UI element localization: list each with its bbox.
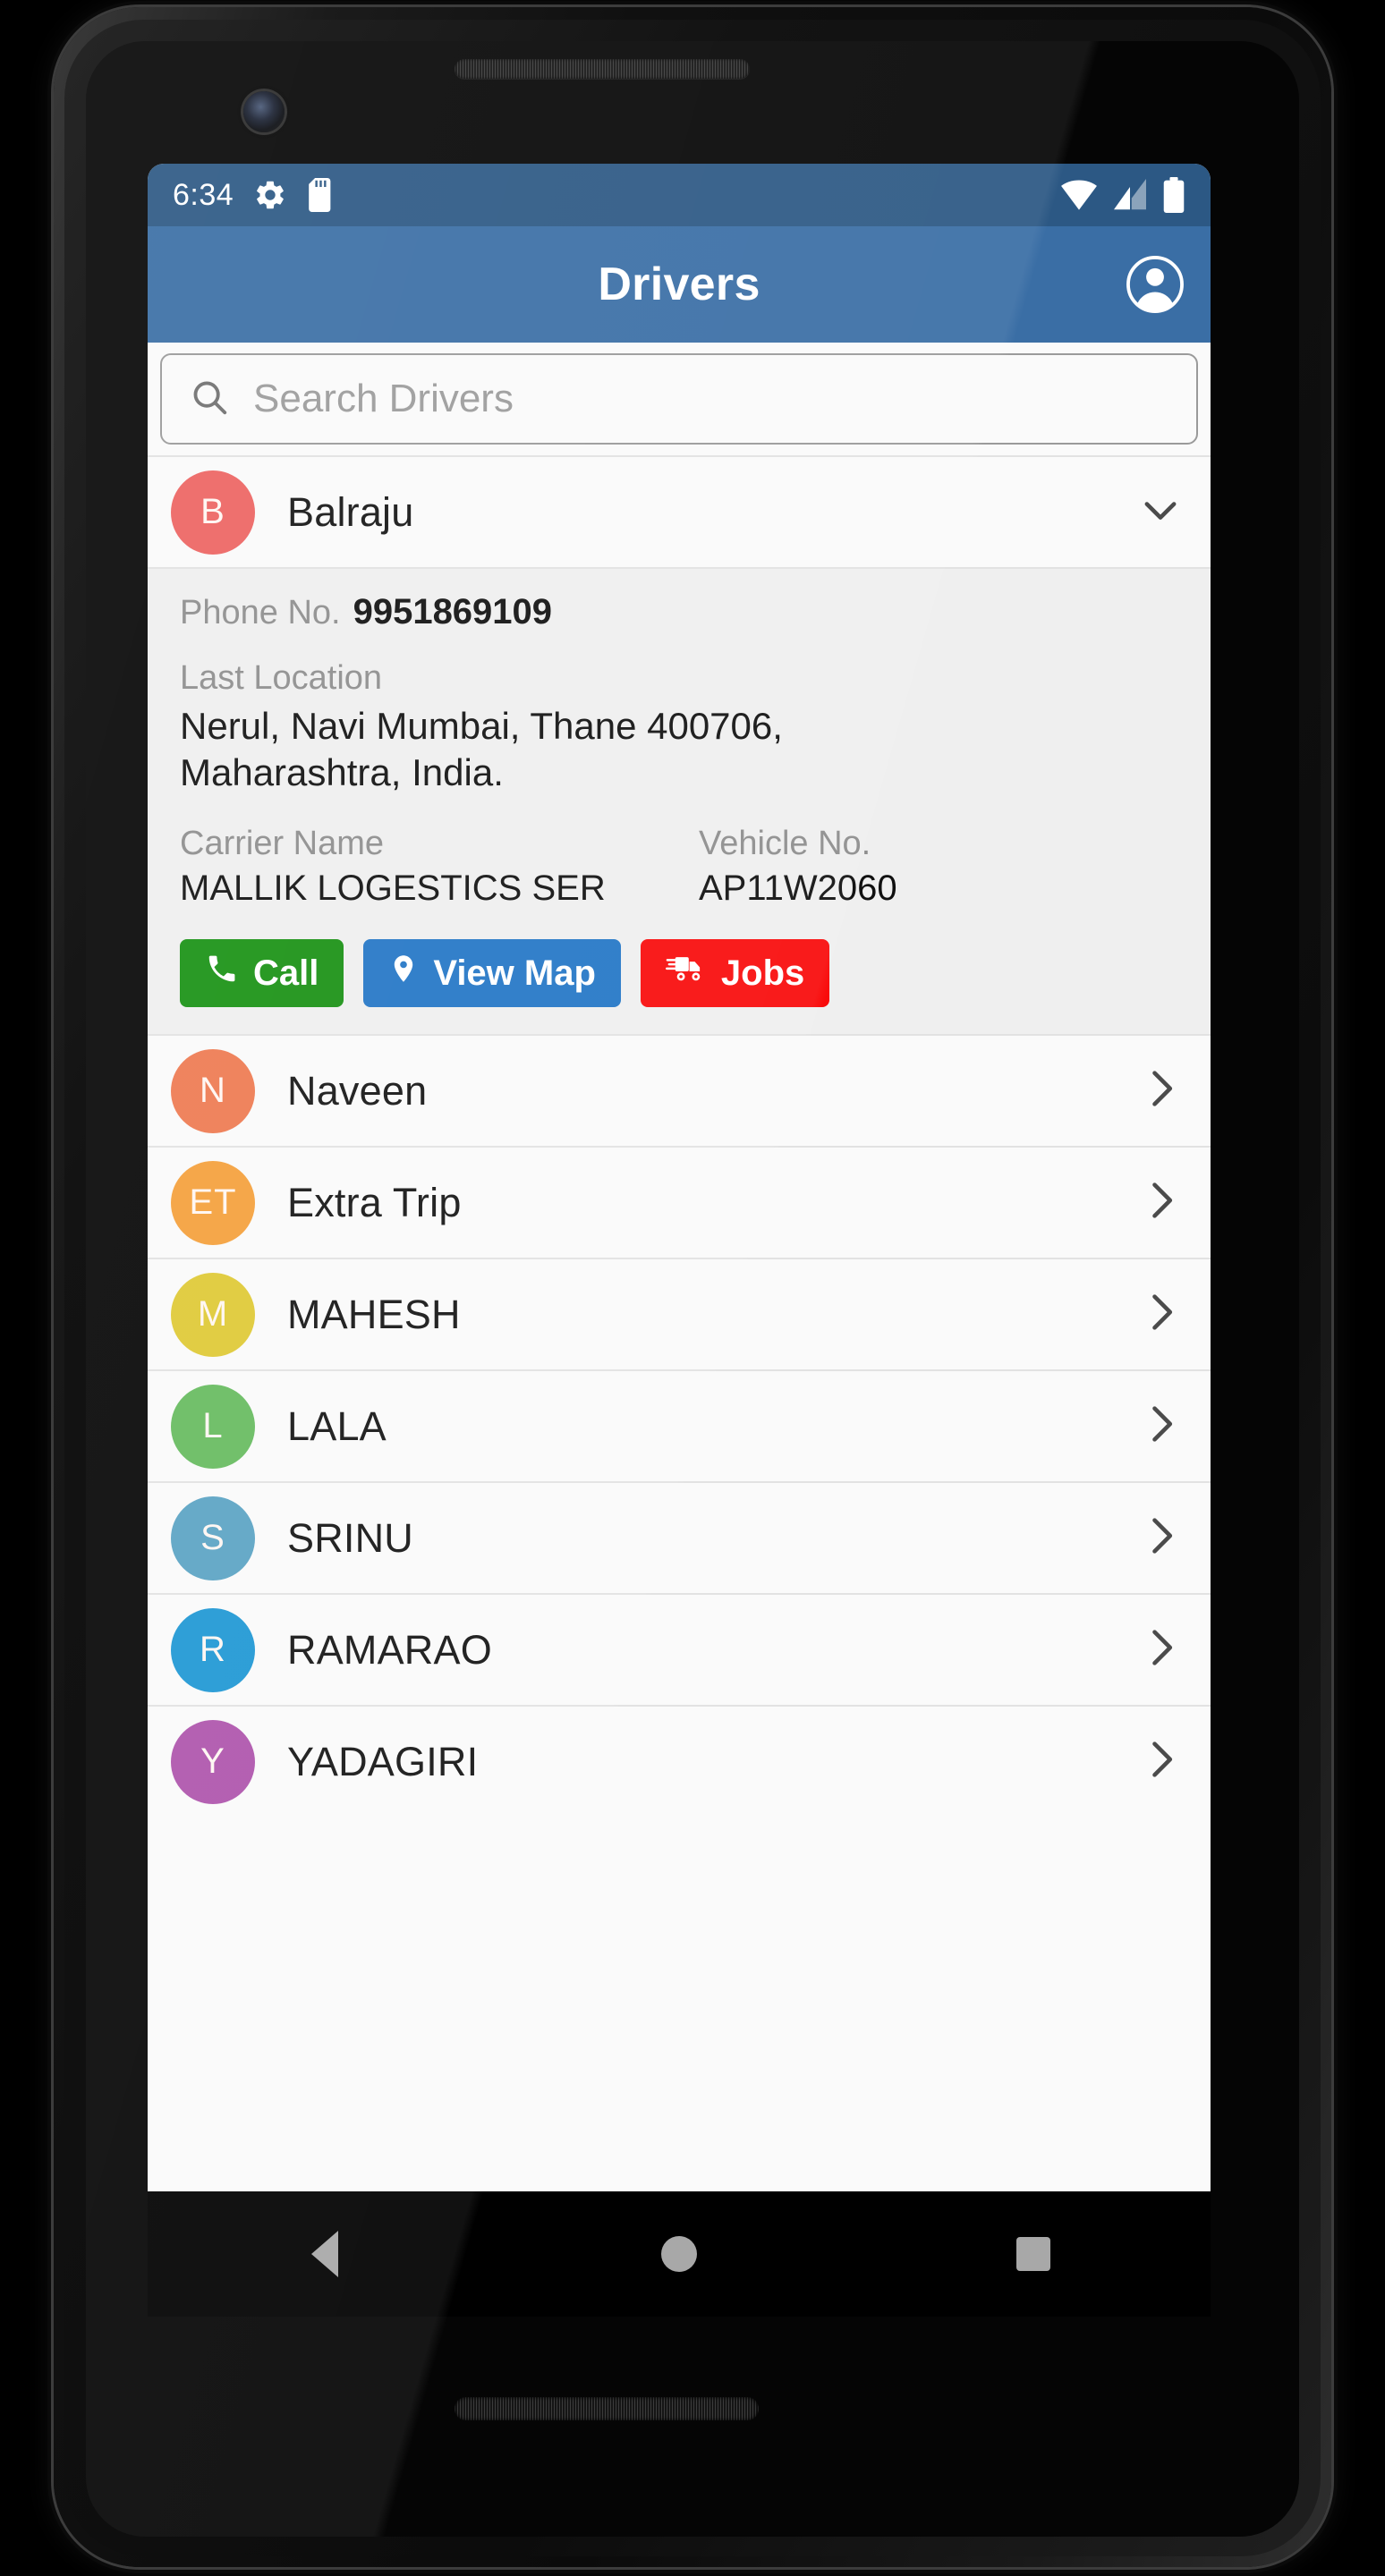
driver-name: YADAGIRI — [287, 1738, 479, 1784]
avatar: B — [171, 470, 255, 555]
chevron-right-icon[interactable] — [1137, 1065, 1184, 1116]
driver-action-buttons: Call View Map Jobs — [180, 939, 1178, 1008]
avatar: L — [171, 1384, 255, 1469]
avatar: S — [171, 1496, 255, 1580]
wifi-icon — [1060, 179, 1098, 211]
status-bar-right — [1060, 177, 1185, 213]
phone-row: Phone No. 9951869109 — [180, 592, 1178, 632]
recents-square-icon[interactable] — [980, 2214, 1087, 2294]
driver-detail-panel: Phone No. 9951869109 Last Location Nerul… — [148, 567, 1211, 1035]
sd-card-icon — [307, 178, 336, 212]
account-circle-icon[interactable] — [1123, 252, 1187, 317]
driver-row[interactable]: ET Extra Trip — [148, 1146, 1211, 1258]
phone-value[interactable]: 9951869109 — [353, 592, 552, 632]
last-location-block: Last Location Nerul, Navi Mumbai, Thane … — [180, 659, 1178, 796]
bottom-speaker-grille — [455, 2397, 759, 2420]
vehicle-label: Vehicle No. — [699, 825, 871, 863]
search-input[interactable]: Search Drivers — [160, 353, 1198, 445]
driver-name: Extra Trip — [287, 1179, 462, 1225]
jobs-button[interactable]: Jobs — [640, 939, 830, 1008]
page-title: Drivers — [598, 258, 760, 310]
avatar: Y — [171, 1719, 255, 1804]
driver-list: B Balraju Phone No. 9951869109 Last Loca… — [148, 455, 1211, 1818]
back-triangle-icon[interactable] — [271, 2214, 378, 2294]
driver-row[interactable]: M MAHESH — [148, 1258, 1211, 1370]
carrier-value: MALLIK LOGESTICS SER — [180, 869, 606, 909]
search-icon — [189, 377, 230, 422]
carrier-label: Carrier Name — [180, 825, 385, 863]
avatar-initials: M — [197, 1294, 229, 1335]
chevron-down-icon[interactable] — [1137, 487, 1184, 538]
driver-row[interactable]: R RAMARAO — [148, 1593, 1211, 1706]
carrier-vehicle-row: Carrier Name MALLIK LOGESTICS SER Vehicl… — [180, 825, 1178, 909]
home-circle-icon[interactable] — [625, 2214, 733, 2294]
driver-row-expanded[interactable]: B Balraju — [148, 455, 1211, 567]
avatar-initials: S — [200, 1518, 225, 1558]
avatar-initials: N — [200, 1071, 226, 1111]
android-navigation-bar — [148, 2191, 1211, 2317]
driver-row[interactable]: S SRINU — [148, 1481, 1211, 1594]
last-location-value: Nerul, Navi Mumbai, Thane 400706, Mahara… — [180, 705, 783, 794]
driver-row[interactable]: Y YADAGIRI — [148, 1705, 1211, 1818]
chevron-right-icon[interactable] — [1137, 1736, 1184, 1787]
chevron-right-icon[interactable] — [1137, 1401, 1184, 1452]
driver-name: MAHESH — [287, 1291, 461, 1337]
avatar: ET — [171, 1160, 255, 1245]
chevron-right-icon[interactable] — [1137, 1513, 1184, 1563]
front-camera — [243, 91, 285, 132]
map-pin-icon — [388, 952, 419, 995]
last-location-label: Last Location — [180, 659, 383, 697]
status-bar-clock: 6:34 — [173, 177, 234, 212]
avatar-initials: R — [200, 1630, 226, 1670]
gear-icon — [253, 178, 287, 212]
driver-row[interactable]: N Naveen — [148, 1034, 1211, 1147]
delivery-truck-icon — [665, 952, 707, 995]
view-map-button[interactable]: View Map — [363, 939, 621, 1008]
vehicle-value: AP11W2060 — [699, 869, 897, 909]
driver-name: Balraju — [287, 488, 414, 535]
status-bar-left: 6:34 — [173, 178, 336, 213]
phone-icon — [205, 952, 239, 995]
cell-signal-icon — [1112, 179, 1148, 211]
call-button[interactable]: Call — [180, 939, 344, 1008]
app-bar: Drivers — [148, 226, 1211, 343]
search-placeholder-text: Search Drivers — [253, 377, 514, 420]
avatar: M — [171, 1272, 255, 1357]
status-bar: 6:34 — [148, 164, 1211, 226]
view-map-button-label: View Map — [433, 953, 596, 993]
chevron-right-icon[interactable] — [1137, 1289, 1184, 1340]
earpiece-speaker — [455, 59, 750, 79]
avatar-initials: ET — [189, 1182, 237, 1223]
call-button-label: Call — [253, 953, 319, 993]
avatar-initials: L — [202, 1406, 224, 1446]
carrier-column: Carrier Name MALLIK LOGESTICS SER — [180, 825, 699, 909]
driver-row[interactable]: L LALA — [148, 1369, 1211, 1482]
driver-name: Naveen — [287, 1067, 428, 1114]
app-screen: 6:34 Drivers Search Drivers B Balraju Ph… — [148, 164, 1211, 2191]
avatar-initials: B — [200, 492, 225, 531]
avatar-initials: Y — [200, 1741, 225, 1782]
avatar: N — [171, 1048, 255, 1133]
search-section: Search Drivers — [148, 343, 1211, 455]
driver-name: LALA — [287, 1402, 387, 1449]
driver-name: SRINU — [287, 1514, 414, 1561]
battery-icon — [1162, 177, 1185, 213]
avatar: R — [171, 1607, 255, 1692]
chevron-right-icon[interactable] — [1137, 1624, 1184, 1675]
vehicle-column: Vehicle No. AP11W2060 — [699, 825, 1178, 909]
chevron-right-icon[interactable] — [1137, 1177, 1184, 1228]
driver-name: RAMARAO — [287, 1626, 492, 1673]
jobs-button-label: Jobs — [720, 953, 805, 993]
phone-label: Phone No. — [180, 594, 341, 631]
